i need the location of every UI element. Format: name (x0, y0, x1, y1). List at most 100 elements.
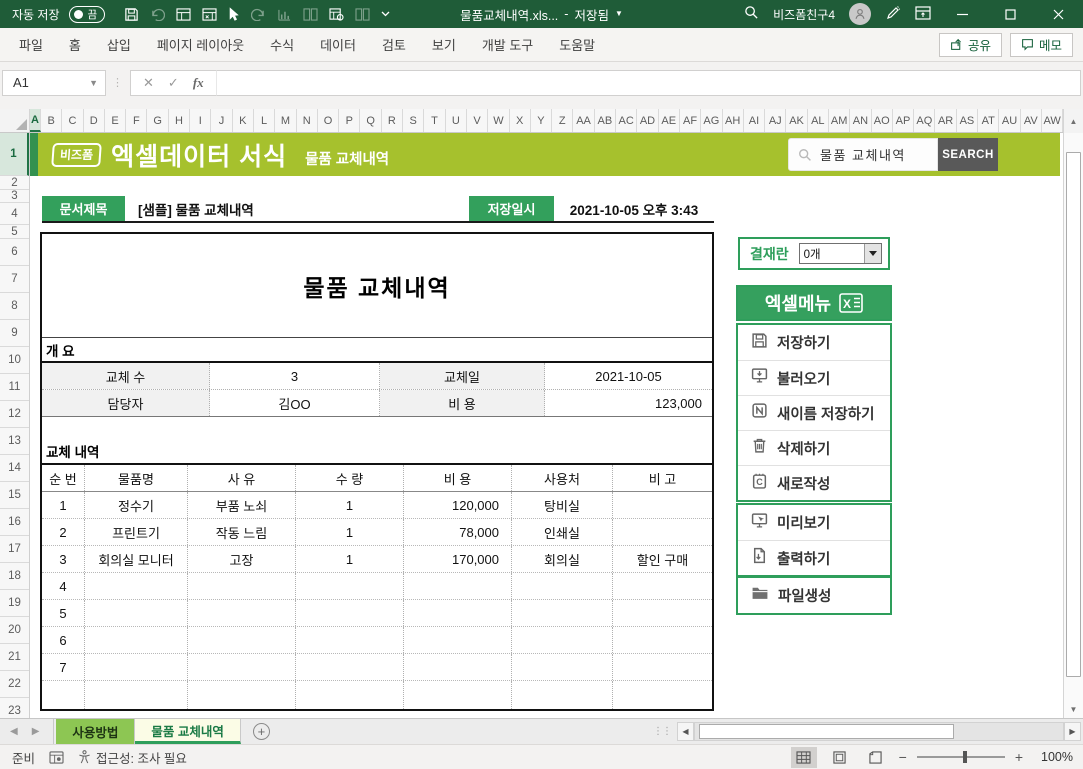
cancel-entry-icon[interactable]: ✕ (143, 75, 154, 91)
column-header-Y[interactable]: Y (531, 109, 552, 132)
column-header-AH[interactable]: AH (723, 109, 744, 132)
row-header-1[interactable]: 1 (0, 133, 29, 176)
sheet-tab-0[interactable]: 사용방법 (56, 719, 135, 744)
column-header-AU[interactable]: AU (999, 109, 1020, 132)
details-cell[interactable] (404, 681, 512, 709)
column-header-AC[interactable]: AC (616, 109, 637, 132)
qat-inspect-icon[interactable] (329, 8, 344, 21)
details-cell[interactable] (296, 573, 404, 599)
details-cell[interactable] (85, 627, 188, 653)
details-cell[interactable] (85, 600, 188, 626)
overview-label-cell[interactable]: 교체일 (380, 363, 545, 389)
ribbon-tab-6[interactable]: 검토 (369, 28, 419, 62)
user-name[interactable]: 비즈폼친구4 (773, 6, 835, 23)
tab-splitter-handle[interactable]: ⋮⋮ (653, 726, 671, 737)
column-header-K[interactable]: K (233, 109, 254, 132)
normal-view-button[interactable] (791, 747, 817, 768)
row-header-22[interactable]: 22 (0, 671, 29, 698)
sheet-nav-left-icon[interactable]: ◀ (10, 726, 18, 737)
details-cell[interactable] (512, 600, 613, 626)
dropdown-arrow-icon[interactable] (864, 244, 881, 263)
row-header-13[interactable]: 13 (0, 428, 29, 455)
row-header-3[interactable]: 3 (0, 190, 29, 203)
row-header-10[interactable]: 10 (0, 347, 29, 374)
menu-item-저장하기[interactable]: 저장하기 (738, 325, 890, 360)
column-header-I[interactable]: I (190, 109, 211, 132)
row-header-6[interactable]: 6 (0, 239, 29, 266)
details-cell[interactable]: 사용처 (512, 465, 613, 491)
qat-redo-icon[interactable] (251, 8, 266, 21)
menu-item-새이름 저장하기[interactable]: 새이름 저장하기 (738, 395, 890, 430)
add-sheet-button[interactable]: + (253, 723, 270, 740)
menu-item-출력하기[interactable]: 출력하기 (738, 540, 890, 575)
row-header-21[interactable]: 21 (0, 644, 29, 671)
details-cell[interactable]: 4 (42, 573, 85, 599)
details-cell[interactable] (613, 654, 712, 680)
ribbon-tab-4[interactable]: 수식 (257, 28, 307, 62)
details-cell[interactable]: 1 (296, 546, 404, 572)
row-header-8[interactable]: 8 (0, 293, 29, 320)
overview-value-cell[interactable]: 김OO (210, 390, 380, 416)
details-cell[interactable] (42, 681, 85, 709)
details-cell[interactable] (85, 681, 188, 709)
column-header-AA[interactable]: AA (573, 109, 594, 132)
column-header-Z[interactable]: Z (552, 109, 573, 132)
row-header-5[interactable]: 5 (0, 225, 29, 239)
row-header-15[interactable]: 15 (0, 482, 29, 509)
details-cell[interactable]: 78,000 (404, 519, 512, 545)
zoom-slider[interactable] (917, 756, 1005, 758)
qat-export-icon[interactable] (202, 8, 217, 21)
details-cell[interactable] (613, 573, 712, 599)
sheet-canvas[interactable]: 비즈폼 엑셀데이터 서식 물품 교체내역 물품 교체내역 SEARCH 문서제목… (30, 133, 1063, 718)
details-cell[interactable] (512, 627, 613, 653)
details-cell[interactable] (613, 627, 712, 653)
details-cell[interactable] (613, 492, 712, 518)
ribbon-tab-8[interactable]: 개발 도구 (469, 28, 546, 62)
column-header-B[interactable]: B (41, 109, 62, 132)
details-cell[interactable] (512, 654, 613, 680)
saved-time-value[interactable]: 2021-10-05 오후 3:43 (554, 199, 714, 219)
details-cell[interactable]: 할인 구매 (613, 546, 712, 572)
column-header-AD[interactable]: AD (637, 109, 658, 132)
column-header-AR[interactable]: AR (935, 109, 956, 132)
menu-item-미리보기[interactable]: 미리보기 (738, 505, 890, 540)
details-cell[interactable]: 회의실 (512, 546, 613, 572)
column-header-N[interactable]: N (297, 109, 318, 132)
qat-split-icon[interactable] (303, 8, 318, 21)
column-header-S[interactable]: S (403, 109, 424, 132)
details-cell[interactable]: 프린트기 (85, 519, 188, 545)
details-cell[interactable]: 6 (42, 627, 85, 653)
hscroll-thumb[interactable] (699, 724, 954, 739)
qat-save-icon[interactable] (124, 7, 139, 22)
column-header-AJ[interactable]: AJ (765, 109, 786, 132)
details-cell[interactable] (296, 681, 404, 709)
column-header-AV[interactable]: AV (1021, 109, 1042, 132)
column-header-AP[interactable]: AP (893, 109, 914, 132)
vscroll-down-button[interactable]: ▼ (1064, 701, 1083, 718)
row-header-4[interactable]: 4 (0, 203, 29, 225)
details-cell[interactable] (188, 654, 296, 680)
ribbon-tab-2[interactable]: 삽입 (94, 28, 144, 62)
details-cell[interactable] (188, 573, 296, 599)
menu-item-파일생성[interactable]: 파일생성 (738, 578, 890, 613)
details-section-label[interactable]: 교체 내역 (42, 439, 712, 465)
column-header-E[interactable]: E (105, 109, 126, 132)
row-header-12[interactable]: 12 (0, 401, 29, 428)
row-header-9[interactable]: 9 (0, 320, 29, 347)
menu-item-새로작성[interactable]: C새로작성 (738, 465, 890, 500)
page-layout-view-button[interactable] (827, 747, 853, 768)
row-header-2[interactable]: 2 (0, 176, 29, 190)
column-header-D[interactable]: D (84, 109, 105, 132)
qat-undo-icon[interactable] (150, 8, 165, 21)
row-header-14[interactable]: 14 (0, 455, 29, 482)
details-cell[interactable]: 3 (42, 546, 85, 572)
details-cell[interactable] (296, 627, 404, 653)
column-header-AB[interactable]: AB (595, 109, 616, 132)
doc-title-value[interactable]: [샘플] 물품 교체내역 (138, 199, 254, 219)
details-cell[interactable] (404, 627, 512, 653)
column-header-AN[interactable]: AN (850, 109, 871, 132)
details-cell[interactable]: 1 (296, 492, 404, 518)
column-header-C[interactable]: C (62, 109, 83, 132)
column-header-AM[interactable]: AM (829, 109, 850, 132)
details-cell[interactable]: 순 번 (42, 465, 85, 491)
